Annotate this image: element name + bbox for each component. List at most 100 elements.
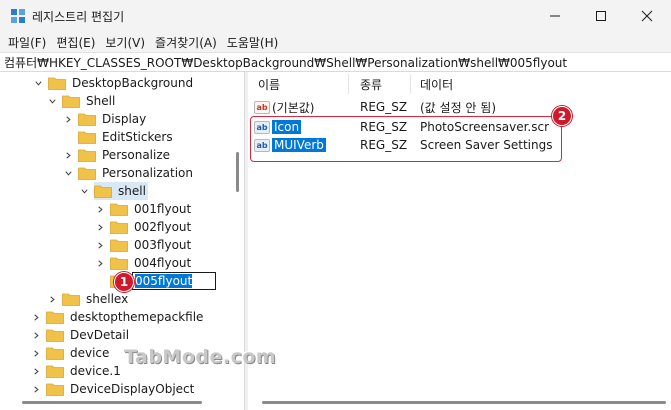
ab-string-icon: ab: [254, 100, 270, 114]
chevron-right-icon[interactable]: [94, 239, 106, 251]
folder-icon: [110, 202, 128, 216]
chevron-right-icon[interactable]: [94, 203, 106, 215]
tree-item-device[interactable]: device: [30, 344, 111, 362]
tree-item-devdetail[interactable]: DevDetail: [30, 326, 131, 344]
tree-item-label: Display: [102, 112, 147, 126]
column-header-type[interactable]: 종류: [360, 72, 382, 96]
chevron-down-icon[interactable]: [32, 77, 44, 89]
close-button[interactable]: [624, 0, 670, 32]
folder-icon: [110, 256, 128, 270]
chevron-right-icon[interactable]: [30, 347, 42, 359]
tree-item-label: 003flyout: [134, 238, 192, 252]
folder-icon: [46, 382, 64, 396]
column-divider[interactable]: [410, 74, 411, 94]
tree-item-shellex[interactable]: shellex: [46, 290, 130, 308]
tree-vertical-scrollbar[interactable]: [234, 72, 242, 392]
registry-editor-icon: [10, 8, 26, 24]
tree-item-label: desktopthemepackfile: [70, 310, 204, 324]
list-horizontal-scrollbar[interactable]: [248, 396, 671, 410]
list-item[interactable]: ab (기본값) REG_SZ (값 설정 안 됨): [248, 98, 671, 116]
tree-item-label: DevDetail: [70, 328, 130, 342]
tree-item-label: Shell: [86, 94, 116, 108]
folder-icon: [62, 94, 80, 108]
folder-icon: [48, 76, 66, 90]
tree-item-label: DeviceDisplayObject: [70, 382, 195, 396]
chevron-right-icon[interactable]: [94, 257, 106, 269]
column-label: 데이터: [420, 77, 454, 92]
tree-item-label: EditStickers: [102, 130, 173, 144]
maximize-button[interactable]: [578, 0, 624, 32]
tree-item-label: 001flyout: [134, 202, 192, 216]
menu-bar: 파일(F) 편집(E) 보기(V) 즐겨찾기(A) 도움말(H): [0, 32, 671, 52]
tree-item-desktopbackground[interactable]: DesktopBackground: [32, 74, 195, 92]
value-data: (값 설정 안 됨): [420, 100, 497, 115]
column-label: 이름: [258, 77, 281, 92]
chevron-down-icon[interactable]: [78, 185, 90, 197]
minimize-button[interactable]: [532, 0, 578, 32]
step-badge-1: 1: [114, 272, 134, 292]
scroll-thumb[interactable]: [236, 152, 239, 192]
folder-icon: [46, 346, 64, 360]
tree-item-004flyout[interactable]: 004flyout: [94, 254, 193, 272]
address-path: 컴퓨터₩HKEY_CLASSES_ROOT₩DesktopBackground₩…: [4, 55, 568, 70]
folder-icon: [46, 364, 64, 378]
tree-item-personalization[interactable]: Personalization: [62, 164, 195, 182]
menu-edit[interactable]: 편집(E): [52, 34, 101, 51]
chevron-right-icon[interactable]: [30, 383, 42, 395]
tree-item-personalize[interactable]: Personalize: [62, 146, 172, 164]
tree-item-label: 002flyout: [134, 220, 192, 234]
value-name: (기본값): [272, 100, 315, 115]
rename-input[interactable]: 005flyout: [132, 272, 216, 290]
tree-item-label: shellex: [86, 292, 129, 306]
scroll-thumb[interactable]: [262, 401, 666, 404]
tree-item-label: device: [70, 346, 110, 360]
menu-favorites[interactable]: 즐겨찾기(A): [151, 34, 223, 51]
tree-item-label: 004flyout: [134, 256, 192, 270]
tree-item-shell[interactable]: Shell: [46, 92, 117, 110]
folder-icon: [46, 328, 64, 342]
column-label: 종류: [360, 77, 383, 92]
tree-item-003flyout[interactable]: 003flyout: [94, 236, 193, 254]
chevron-right-icon[interactable]: [62, 149, 74, 161]
tree-item-shell-sub[interactable]: shell: [78, 182, 148, 200]
tree-item-label: device.1: [70, 364, 121, 378]
column-header-data[interactable]: 데이터: [420, 72, 453, 96]
chevron-right-icon[interactable]: [30, 311, 42, 323]
tree-item-001flyout[interactable]: 001flyout: [94, 200, 193, 218]
value-type: REG_SZ: [360, 100, 408, 114]
folder-open-icon: [94, 184, 112, 198]
menu-file[interactable]: 파일(F): [4, 34, 52, 51]
folder-icon: [110, 238, 128, 252]
folder-icon: [78, 148, 96, 162]
folder-icon: [62, 292, 80, 306]
chevron-down-icon[interactable]: [46, 95, 58, 107]
tree-item-label: Personalize: [102, 148, 171, 162]
tree-item-desktopthemepackfile[interactable]: desktopthemepackfile: [30, 308, 205, 326]
chevron-right-icon[interactable]: [62, 113, 74, 125]
column-header-name[interactable]: 이름: [258, 72, 280, 96]
menu-help[interactable]: 도움말(H): [223, 34, 285, 51]
tree-item-label: Personalization: [102, 166, 193, 180]
folder-icon: [46, 310, 64, 324]
chevron-right-icon[interactable]: [46, 293, 58, 305]
chevron-right-icon[interactable]: [30, 329, 42, 341]
step-badge-2: 2: [552, 106, 572, 126]
menu-view[interactable]: 보기(V): [101, 34, 151, 51]
chevron-right-icon[interactable]: [94, 221, 106, 233]
watermark: TabMode.com: [124, 346, 277, 368]
tree-item-display[interactable]: Display: [62, 110, 148, 128]
column-divider[interactable]: [348, 74, 349, 94]
address-bar[interactable]: 컴퓨터₩HKEY_CLASSES_ROOT₩DesktopBackground₩…: [0, 52, 671, 72]
tree-item-002flyout[interactable]: 002flyout: [94, 218, 193, 236]
folder-icon: [78, 130, 96, 144]
chevron-down-icon[interactable]: [62, 167, 74, 179]
tree-item-device-1[interactable]: device.1: [30, 362, 123, 380]
highlight-box: [250, 116, 562, 162]
folder-icon: [78, 112, 96, 126]
tree-item-label: shell: [118, 184, 146, 198]
tree-item-editstickers[interactable]: EditStickers: [62, 128, 175, 146]
window-title: 레지스트리 편집기: [32, 10, 125, 24]
chevron-right-icon[interactable]: [30, 365, 42, 377]
scroll-thumb[interactable]: [22, 401, 202, 404]
tree-horizontal-scrollbar[interactable]: [0, 396, 242, 410]
